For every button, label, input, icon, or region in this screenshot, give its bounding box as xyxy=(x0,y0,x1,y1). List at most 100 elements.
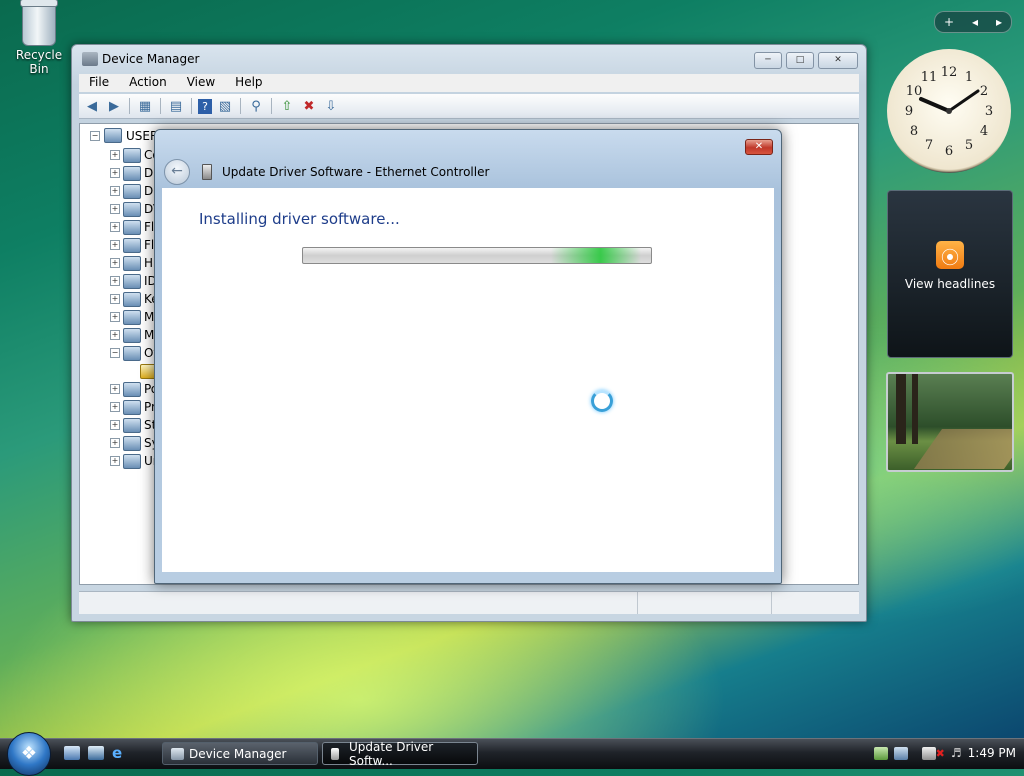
clock-number: 8 xyxy=(910,124,918,139)
back-button[interactable]: ← xyxy=(164,159,190,185)
maximize-button[interactable]: □ xyxy=(786,52,814,69)
expand-icon[interactable]: + xyxy=(110,438,120,448)
usb-icon xyxy=(123,453,141,469)
device-category-icon xyxy=(123,183,141,199)
taskbar-device-manager[interactable]: Device Manager xyxy=(162,742,318,765)
add-gadget-button[interactable]: + xyxy=(944,15,954,29)
device-manager-icon xyxy=(171,748,184,760)
internet-explorer-icon[interactable]: e xyxy=(112,746,128,761)
device-manager-titlebar[interactable]: Device Manager xyxy=(72,45,866,73)
properties-icon[interactable]: ▤ xyxy=(167,98,185,115)
dialog-header: ← Update Driver Software - Ethernet Cont… xyxy=(155,158,781,188)
status-bar xyxy=(79,591,859,614)
back-icon[interactable]: ◀ xyxy=(83,98,101,115)
start-button[interactable]: ❖ xyxy=(7,732,51,776)
device-category-icon xyxy=(123,435,141,451)
expand-icon[interactable]: + xyxy=(110,168,120,178)
menu-file[interactable]: File xyxy=(79,74,119,92)
clock-time[interactable]: 1:49 PM xyxy=(968,746,1016,760)
menu-action[interactable]: Action xyxy=(119,74,177,92)
expand-icon[interactable]: + xyxy=(110,456,120,466)
expand-icon[interactable]: + xyxy=(110,222,120,232)
next-gadget-button[interactable]: ▸ xyxy=(996,15,1002,29)
disable-icon[interactable]: ⇩ xyxy=(322,98,340,115)
expand-icon[interactable]: + xyxy=(110,402,120,412)
minimize-button[interactable]: ─ xyxy=(754,52,782,69)
details-icon[interactable]: ▧ xyxy=(216,98,234,115)
expand-icon[interactable]: + xyxy=(110,384,120,394)
device-category-icon xyxy=(123,147,141,163)
device-category-icon xyxy=(123,399,141,415)
network-status-icon[interactable] xyxy=(893,746,908,760)
expand-icon[interactable]: + xyxy=(110,258,120,268)
device-category-icon xyxy=(123,381,141,397)
clock-number: 12 xyxy=(941,65,958,80)
show-desktop-icon[interactable] xyxy=(64,746,80,760)
device-category-icon xyxy=(123,237,141,253)
clock-number: 2 xyxy=(980,84,988,99)
expand-icon[interactable]: + xyxy=(110,186,120,196)
collapse-icon[interactable]: − xyxy=(110,348,120,358)
toolbar-separator xyxy=(240,98,241,114)
device-category-icon xyxy=(123,327,141,343)
clock-number: 4 xyxy=(980,124,988,139)
toolbar-separator xyxy=(160,98,161,114)
switch-windows-icon[interactable] xyxy=(88,746,104,760)
progress-glow xyxy=(551,248,641,263)
expand-icon[interactable]: + xyxy=(110,150,120,160)
status-pane xyxy=(79,592,638,614)
tree-item-label: Fl xyxy=(144,238,155,252)
dialog-title: Update Driver Software - Ethernet Contro… xyxy=(222,165,490,179)
device-manager-icon xyxy=(82,52,98,66)
status-pane xyxy=(772,592,857,614)
close-button[interactable]: ✕ xyxy=(745,139,773,155)
rss-icon xyxy=(936,241,964,270)
forward-icon[interactable]: ▶ xyxy=(105,98,123,115)
expand-icon[interactable]: + xyxy=(110,204,120,214)
device-install-icon[interactable] xyxy=(873,746,888,760)
expand-icon[interactable]: + xyxy=(110,276,120,286)
close-button[interactable]: ✕ xyxy=(818,52,858,69)
clock-number: 6 xyxy=(945,144,953,159)
previous-gadget-button[interactable]: ◂ xyxy=(972,15,978,29)
scan-hardware-icon[interactable]: ⚲ xyxy=(247,98,265,115)
menu-view[interactable]: View xyxy=(177,74,225,92)
taskbar-button-label: Update Driver Softw... xyxy=(349,739,434,768)
recycle-bin-icon xyxy=(20,0,58,46)
clock-number: 3 xyxy=(985,104,993,119)
tree-view-icon[interactable]: ▦ xyxy=(136,98,154,115)
minute-hand xyxy=(947,89,980,113)
recycle-bin-label: Recycle Bin xyxy=(15,48,63,76)
expand-icon[interactable]: + xyxy=(110,420,120,430)
clock-number: 5 xyxy=(965,138,973,153)
photo-tree xyxy=(912,374,918,444)
taskbar-update-driver[interactable]: Update Driver Softw... xyxy=(322,739,478,768)
clock-number: 11 xyxy=(921,70,938,85)
status-pane xyxy=(638,592,772,614)
computer-icon xyxy=(104,128,122,143)
volume-icon[interactable]: ♬ xyxy=(951,746,962,760)
update-driver-icon[interactable]: ⇧ xyxy=(278,98,296,115)
expand-icon[interactable]: + xyxy=(110,240,120,250)
network-disconnected-icon[interactable] xyxy=(921,746,936,760)
clock-gadget[interactable]: 12 1 2 3 4 5 6 7 8 9 10 11 xyxy=(887,49,1011,173)
recycle-bin[interactable]: Recycle Bin xyxy=(6,0,72,76)
photo-tree xyxy=(896,374,906,444)
menu-help[interactable]: Help xyxy=(225,74,272,92)
tree-root[interactable]: − USER- xyxy=(90,128,162,143)
ethernet-device-icon xyxy=(202,164,212,180)
expand-icon[interactable]: + xyxy=(110,330,120,340)
device-category-icon xyxy=(123,201,141,217)
help-icon[interactable]: ? xyxy=(198,98,212,114)
expand-icon[interactable]: + xyxy=(110,312,120,322)
collapse-icon[interactable]: − xyxy=(90,130,100,141)
install-progress-bar xyxy=(302,247,652,264)
device-category-icon xyxy=(123,273,141,289)
toolbar-separator xyxy=(129,98,130,114)
feed-headlines-gadget[interactable]: View headlines xyxy=(887,190,1013,358)
device-category-icon xyxy=(123,165,141,181)
uninstall-icon[interactable]: ✖ xyxy=(300,98,318,115)
expand-icon[interactable]: + xyxy=(110,294,120,304)
slideshow-gadget[interactable] xyxy=(886,372,1014,472)
hour-hand xyxy=(919,97,951,113)
